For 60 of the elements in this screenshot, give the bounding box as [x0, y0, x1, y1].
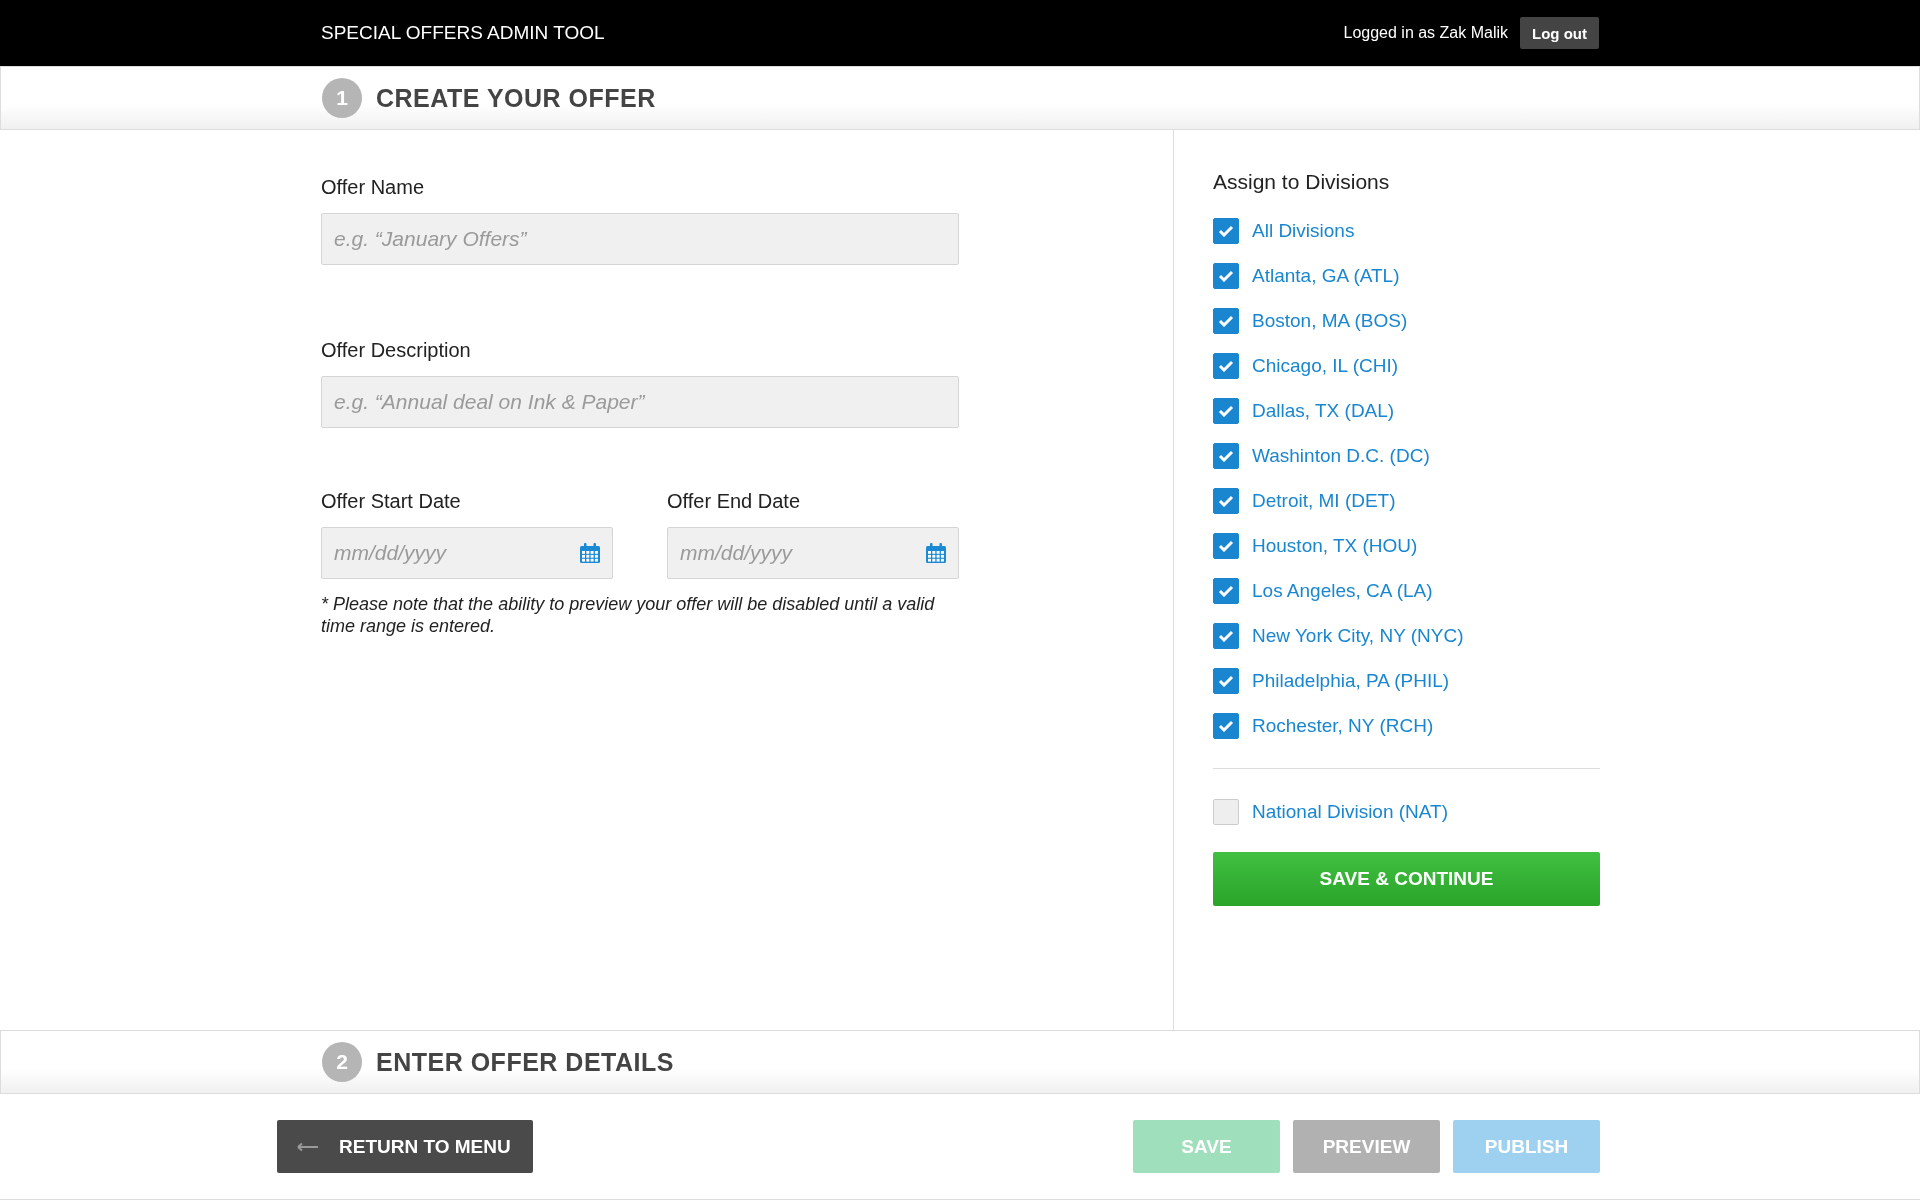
checkmark-icon: [1218, 224, 1234, 237]
checkmark-icon: [1218, 269, 1234, 282]
division-label[interactable]: Rochester, NY (RCH): [1252, 714, 1434, 737]
checkmark-icon: [1218, 629, 1234, 642]
division-label[interactable]: Washinton D.C. (DC): [1252, 444, 1430, 467]
checkbox[interactable]: [1213, 352, 1239, 379]
checkmark-icon: [1218, 539, 1234, 552]
checkbox[interactable]: [1213, 262, 1239, 289]
checkbox[interactable]: [1213, 487, 1239, 514]
checkmark-icon: [1218, 404, 1234, 417]
arrow-left-icon: [297, 1141, 319, 1152]
checkbox[interactable]: [1213, 532, 1239, 559]
division-label[interactable]: National Division (NAT): [1252, 800, 1449, 823]
calendar-icon[interactable]: [579, 542, 601, 564]
division-label[interactable]: Houston, TX (HOU): [1252, 534, 1418, 557]
checkbox[interactable]: [1213, 798, 1239, 825]
division-label[interactable]: Boston, MA (BOS): [1252, 309, 1408, 332]
logged-in-text: Logged in as Zak Malik: [1343, 24, 1508, 42]
offer-name-field[interactable]: e.g. “January Offers”: [321, 213, 959, 265]
date-field[interactable]: mm/dd/yyyy: [321, 527, 613, 579]
calendar-icon[interactable]: [925, 542, 947, 564]
checkmark-icon: [1218, 314, 1234, 327]
checkbox[interactable]: [1213, 217, 1239, 244]
checkmark-icon: [1218, 449, 1234, 462]
division-label[interactable]: Philadelphia, PA (PHIL): [1252, 669, 1450, 692]
checkmark-icon: [1218, 584, 1234, 597]
field-label: Offer Description: [321, 339, 472, 362]
app-title: SPECIAL OFFERS ADMIN TOOL: [321, 22, 605, 44]
division-label[interactable]: Los Angeles, CA (LA): [1252, 579, 1433, 602]
division-label[interactable]: Chicago, IL (CHI): [1252, 354, 1399, 377]
checkbox[interactable]: [1213, 307, 1239, 334]
logout-button[interactable]: Log out: [1520, 17, 1599, 49]
date-field[interactable]: mm/dd/yyyy: [667, 527, 959, 579]
division-label[interactable]: New York City, NY (NYC): [1252, 624, 1464, 647]
checkmark-icon: [1218, 674, 1234, 687]
division-label[interactable]: All Divisions: [1252, 219, 1355, 242]
note-text: * Please note that the ability to preview your offer will be disabled until a valid time range is entered.: [321, 593, 936, 637]
field-label: Offer End Date: [667, 490, 802, 513]
field-label: Offer Name: [321, 176, 425, 199]
section-title: Assign to Divisions: [1213, 170, 1391, 194]
save-continue-button[interactable]: SAVE & CONTINUE: [1213, 852, 1600, 906]
division-label[interactable]: Detroit, MI (DET): [1252, 489, 1396, 512]
offer-description-field[interactable]: e.g. “Annual deal on Ink & Paper”: [321, 376, 959, 428]
checkbox[interactable]: [1213, 622, 1239, 649]
checkmark-icon: [1218, 494, 1234, 507]
step-number: 2: [322, 1042, 362, 1082]
checkbox[interactable]: [1213, 442, 1239, 469]
division-label[interactable]: Dallas, TX (DAL): [1252, 399, 1395, 422]
checkmark-icon: [1218, 719, 1234, 732]
checkmark-icon: [1218, 359, 1234, 372]
step-number: 1: [322, 78, 362, 118]
division-label[interactable]: Atlanta, GA (ATL): [1252, 264, 1400, 287]
checkbox[interactable]: [1213, 397, 1239, 424]
step-title: ENTER OFFER DETAILS: [376, 1047, 674, 1077]
step-title: CREATE YOUR OFFER: [376, 83, 656, 113]
checkbox[interactable]: [1213, 577, 1239, 604]
checkbox[interactable]: [1213, 667, 1239, 694]
return-button[interactable]: RETURN TO MENU: [277, 1120, 533, 1173]
checkbox[interactable]: [1213, 712, 1239, 739]
field-label: Offer Start Date: [321, 490, 462, 513]
